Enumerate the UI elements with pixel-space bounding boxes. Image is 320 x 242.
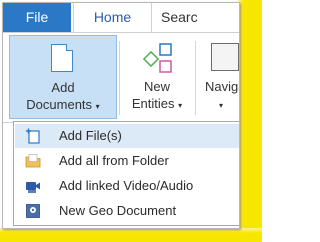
menu-item-label: Add all from Folder — [59, 153, 169, 168]
menu-item-add-video-audio[interactable]: Add linked Video/Audio — [15, 174, 239, 198]
ribbon-separator — [119, 41, 120, 115]
menu-item-new-geo-document[interactable]: New Geo Document — [15, 199, 239, 223]
tab-home[interactable]: Home — [73, 3, 152, 32]
ribbon-tabs: File Home Searc — [3, 3, 239, 32]
chevron-down-icon: ▾ — [178, 101, 183, 110]
video-audio-icon — [26, 182, 40, 193]
add-documents-label-line1: Add — [51, 80, 75, 95]
chevron-down-icon: ▾ — [95, 102, 100, 111]
tab-file[interactable]: File — [3, 3, 71, 32]
ribbon-separator — [195, 41, 196, 115]
navigate-button[interactable]: Naviga ▾ — [201, 35, 239, 119]
tab-search[interactable]: Searc — [161, 3, 239, 32]
add-documents-label-text: Documents — [26, 97, 93, 112]
menu-item-label: Add linked Video/Audio — [59, 178, 194, 193]
navigate-label: Naviga — [205, 79, 239, 94]
add-documents-menu: Add File(s) Add all from Folder Add link… — [13, 121, 239, 226]
new-entities-label-line1: New — [143, 79, 170, 94]
geo-document-icon — [26, 204, 40, 218]
menu-item-label: Add File(s) — [59, 128, 122, 143]
new-entities-label-line2: Entities ▾ — [123, 96, 191, 111]
menu-item-add-files[interactable]: Add File(s) — [15, 124, 239, 148]
annotation-frame-bottom — [0, 228, 262, 242]
navigate-caret: ▾ — [219, 96, 239, 111]
chevron-down-icon: ▾ — [219, 101, 224, 110]
add-file-icon — [26, 128, 40, 144]
app-window: File Home Searc Add Documents ▾ New Enti… — [2, 2, 240, 229]
folder-icon — [25, 154, 41, 168]
entities-icon — [142, 43, 172, 73]
new-entities-label-text: Entities — [131, 96, 175, 111]
navigator-icon — [211, 43, 239, 71]
menu-item-add-folder[interactable]: Add all from Folder — [15, 149, 239, 173]
menu-item-label: New Geo Document — [59, 203, 177, 218]
ribbon-home: Add Documents ▾ New Entities ▾ Naviga — [3, 32, 239, 123]
new-entities-button[interactable]: New Entities ▾ — [123, 35, 191, 119]
document-icon — [51, 44, 73, 72]
annotation-frame-right — [238, 0, 262, 242]
add-documents-button[interactable]: Add Documents ▾ — [9, 35, 117, 119]
add-documents-label-line2: Documents ▾ — [10, 97, 116, 112]
